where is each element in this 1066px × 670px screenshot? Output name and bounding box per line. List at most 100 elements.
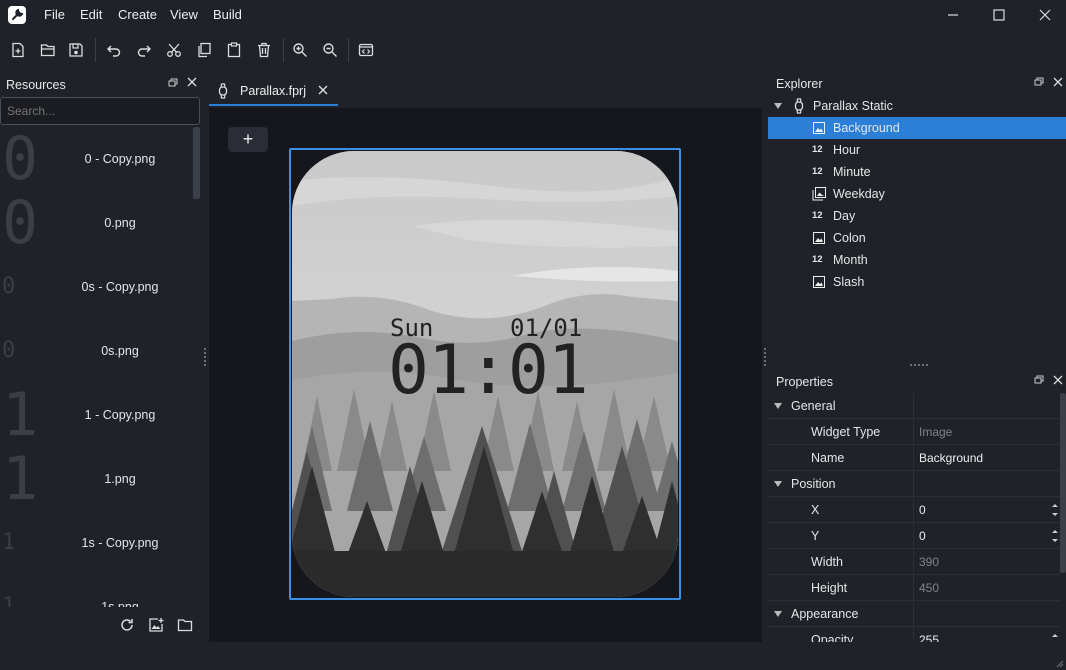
x-field[interactable]: 0 (919, 497, 926, 523)
paste-button[interactable] (222, 38, 246, 62)
splitter-handle[interactable] (910, 364, 928, 367)
canvas[interactable]: + Sun 01/01 01:01 (209, 108, 762, 642)
cut-button[interactable] (162, 38, 186, 62)
list-item[interactable]: 1 1.png (0, 447, 200, 511)
scrollbar-thumb[interactable] (1060, 393, 1066, 573)
list-item-label: 0s - Copy.png (81, 280, 159, 294)
delete-button[interactable] (252, 38, 276, 62)
tab-parallax[interactable]: Parallax.fprj (209, 76, 338, 106)
property-x[interactable]: X 0 (768, 497, 1060, 523)
property-height: Height 450 (768, 575, 1060, 601)
image-icon (813, 232, 825, 244)
save-button[interactable] (64, 38, 88, 62)
list-item-label: 1s.png (101, 600, 139, 607)
resources-panel: Resources 0 0 - Copy.png 0 0.png 0 0s - Cop… (0, 72, 205, 642)
resize-grip-icon[interactable] (1054, 658, 1064, 668)
category-label: General (791, 399, 836, 413)
zoom-out-icon (323, 43, 337, 57)
image-icon (813, 276, 825, 288)
tree-item-slash[interactable]: Slash (768, 271, 1066, 293)
opacity-field[interactable]: 255 (919, 627, 939, 642)
search-input[interactable] (0, 97, 200, 125)
add-widget-button[interactable]: + (228, 127, 268, 152)
y-field[interactable]: 0 (919, 523, 926, 549)
thumbnail-glyph: 0 (2, 338, 16, 363)
float-icon[interactable] (168, 78, 178, 88)
splitter-handle[interactable] (764, 348, 767, 366)
image-list-icon (812, 187, 826, 201)
tree-item-day[interactable]: 12 Day (768, 205, 1066, 227)
splitter-handle[interactable] (204, 348, 207, 366)
name-field[interactable]: Background (919, 445, 983, 471)
close-icon[interactable] (1053, 77, 1063, 87)
property-name[interactable]: Name Background (768, 445, 1060, 471)
tree-item-hour[interactable]: 12 Hour (768, 139, 1066, 161)
zoom-in-button[interactable] (288, 38, 312, 62)
list-item[interactable]: 1 1s - Copy.png (0, 511, 200, 575)
menu-create[interactable]: Create (118, 0, 157, 30)
category-position[interactable]: Position (768, 471, 1060, 497)
menu-view[interactable]: View (170, 0, 198, 30)
tree-item-colon[interactable]: Colon (768, 227, 1066, 249)
category-general[interactable]: General (768, 393, 1060, 419)
zoom-out-button[interactable] (318, 38, 342, 62)
folder-icon[interactable] (177, 617, 193, 633)
tree-item-background[interactable]: Background (768, 117, 1066, 139)
tree-label: Weekday (833, 187, 885, 201)
number-icon: 12 (812, 210, 823, 221)
property-label: Widget Type (811, 425, 881, 439)
code-view-button[interactable] (354, 38, 378, 62)
float-icon[interactable] (1034, 375, 1044, 385)
close-icon[interactable] (187, 77, 197, 87)
list-item[interactable]: 0 0 - Copy.png (0, 127, 200, 191)
category-appearance[interactable]: Appearance (768, 601, 1060, 627)
panel-title: Explorer (776, 77, 823, 91)
minimize-button[interactable] (930, 0, 976, 30)
property-label: X (811, 503, 820, 517)
close-window-button[interactable] (1022, 0, 1066, 30)
list-item[interactable]: 1 1s.png (0, 575, 200, 607)
open-folder-button[interactable] (36, 38, 60, 62)
chevron-down-icon (774, 481, 782, 487)
undo-button[interactable] (102, 38, 126, 62)
watch-face-selection[interactable]: Sun 01/01 01:01 (289, 148, 681, 600)
spinner-icon[interactable] (1050, 500, 1060, 520)
tree-root[interactable]: Parallax Static (768, 95, 1066, 117)
menu-build[interactable]: Build (213, 0, 242, 30)
zoom-in-icon (293, 43, 307, 57)
panel-title: Properties (776, 375, 833, 389)
float-icon[interactable] (1034, 77, 1044, 87)
property-opacity[interactable]: Opacity 255 (768, 627, 1060, 642)
scrollbar-thumb[interactable] (193, 127, 200, 199)
spinner-icon[interactable] (1050, 526, 1060, 546)
close-icon[interactable] (1053, 375, 1063, 385)
menu-file[interactable]: File (44, 0, 65, 30)
thumbnail-glyph: 0 (2, 188, 39, 258)
property-value: 450 (919, 581, 940, 595)
list-item[interactable]: 0 0s.png (0, 319, 200, 383)
list-item-label: 0 - Copy.png (84, 152, 156, 166)
tree-item-weekday[interactable]: Weekday (768, 183, 1066, 205)
new-file-button[interactable] (6, 38, 30, 62)
add-image-icon[interactable] (148, 617, 164, 633)
property-width: Width 390 (768, 549, 1060, 575)
refresh-icon[interactable] (119, 617, 135, 633)
list-item[interactable]: 0 0s - Copy.png (0, 255, 200, 319)
undo-icon (107, 45, 121, 57)
close-icon[interactable] (318, 85, 328, 95)
copy-button[interactable] (192, 38, 216, 62)
list-item[interactable]: 1 1 - Copy.png (0, 383, 200, 447)
property-value: Image (919, 425, 953, 439)
maximize-button[interactable] (976, 0, 1022, 30)
minimize-icon (948, 14, 958, 16)
image-icon (813, 122, 825, 134)
property-y[interactable]: Y 0 (768, 523, 1060, 549)
save-icon (69, 43, 83, 57)
list-item[interactable]: 0 0.png (0, 191, 200, 255)
tree-item-month[interactable]: 12 Month (768, 249, 1066, 271)
menu-edit[interactable]: Edit (80, 0, 102, 30)
spinner-icon[interactable] (1050, 630, 1060, 642)
tree-label: Month (833, 253, 868, 267)
tree-item-minute[interactable]: 12 Minute (768, 161, 1066, 183)
redo-button[interactable] (132, 38, 156, 62)
